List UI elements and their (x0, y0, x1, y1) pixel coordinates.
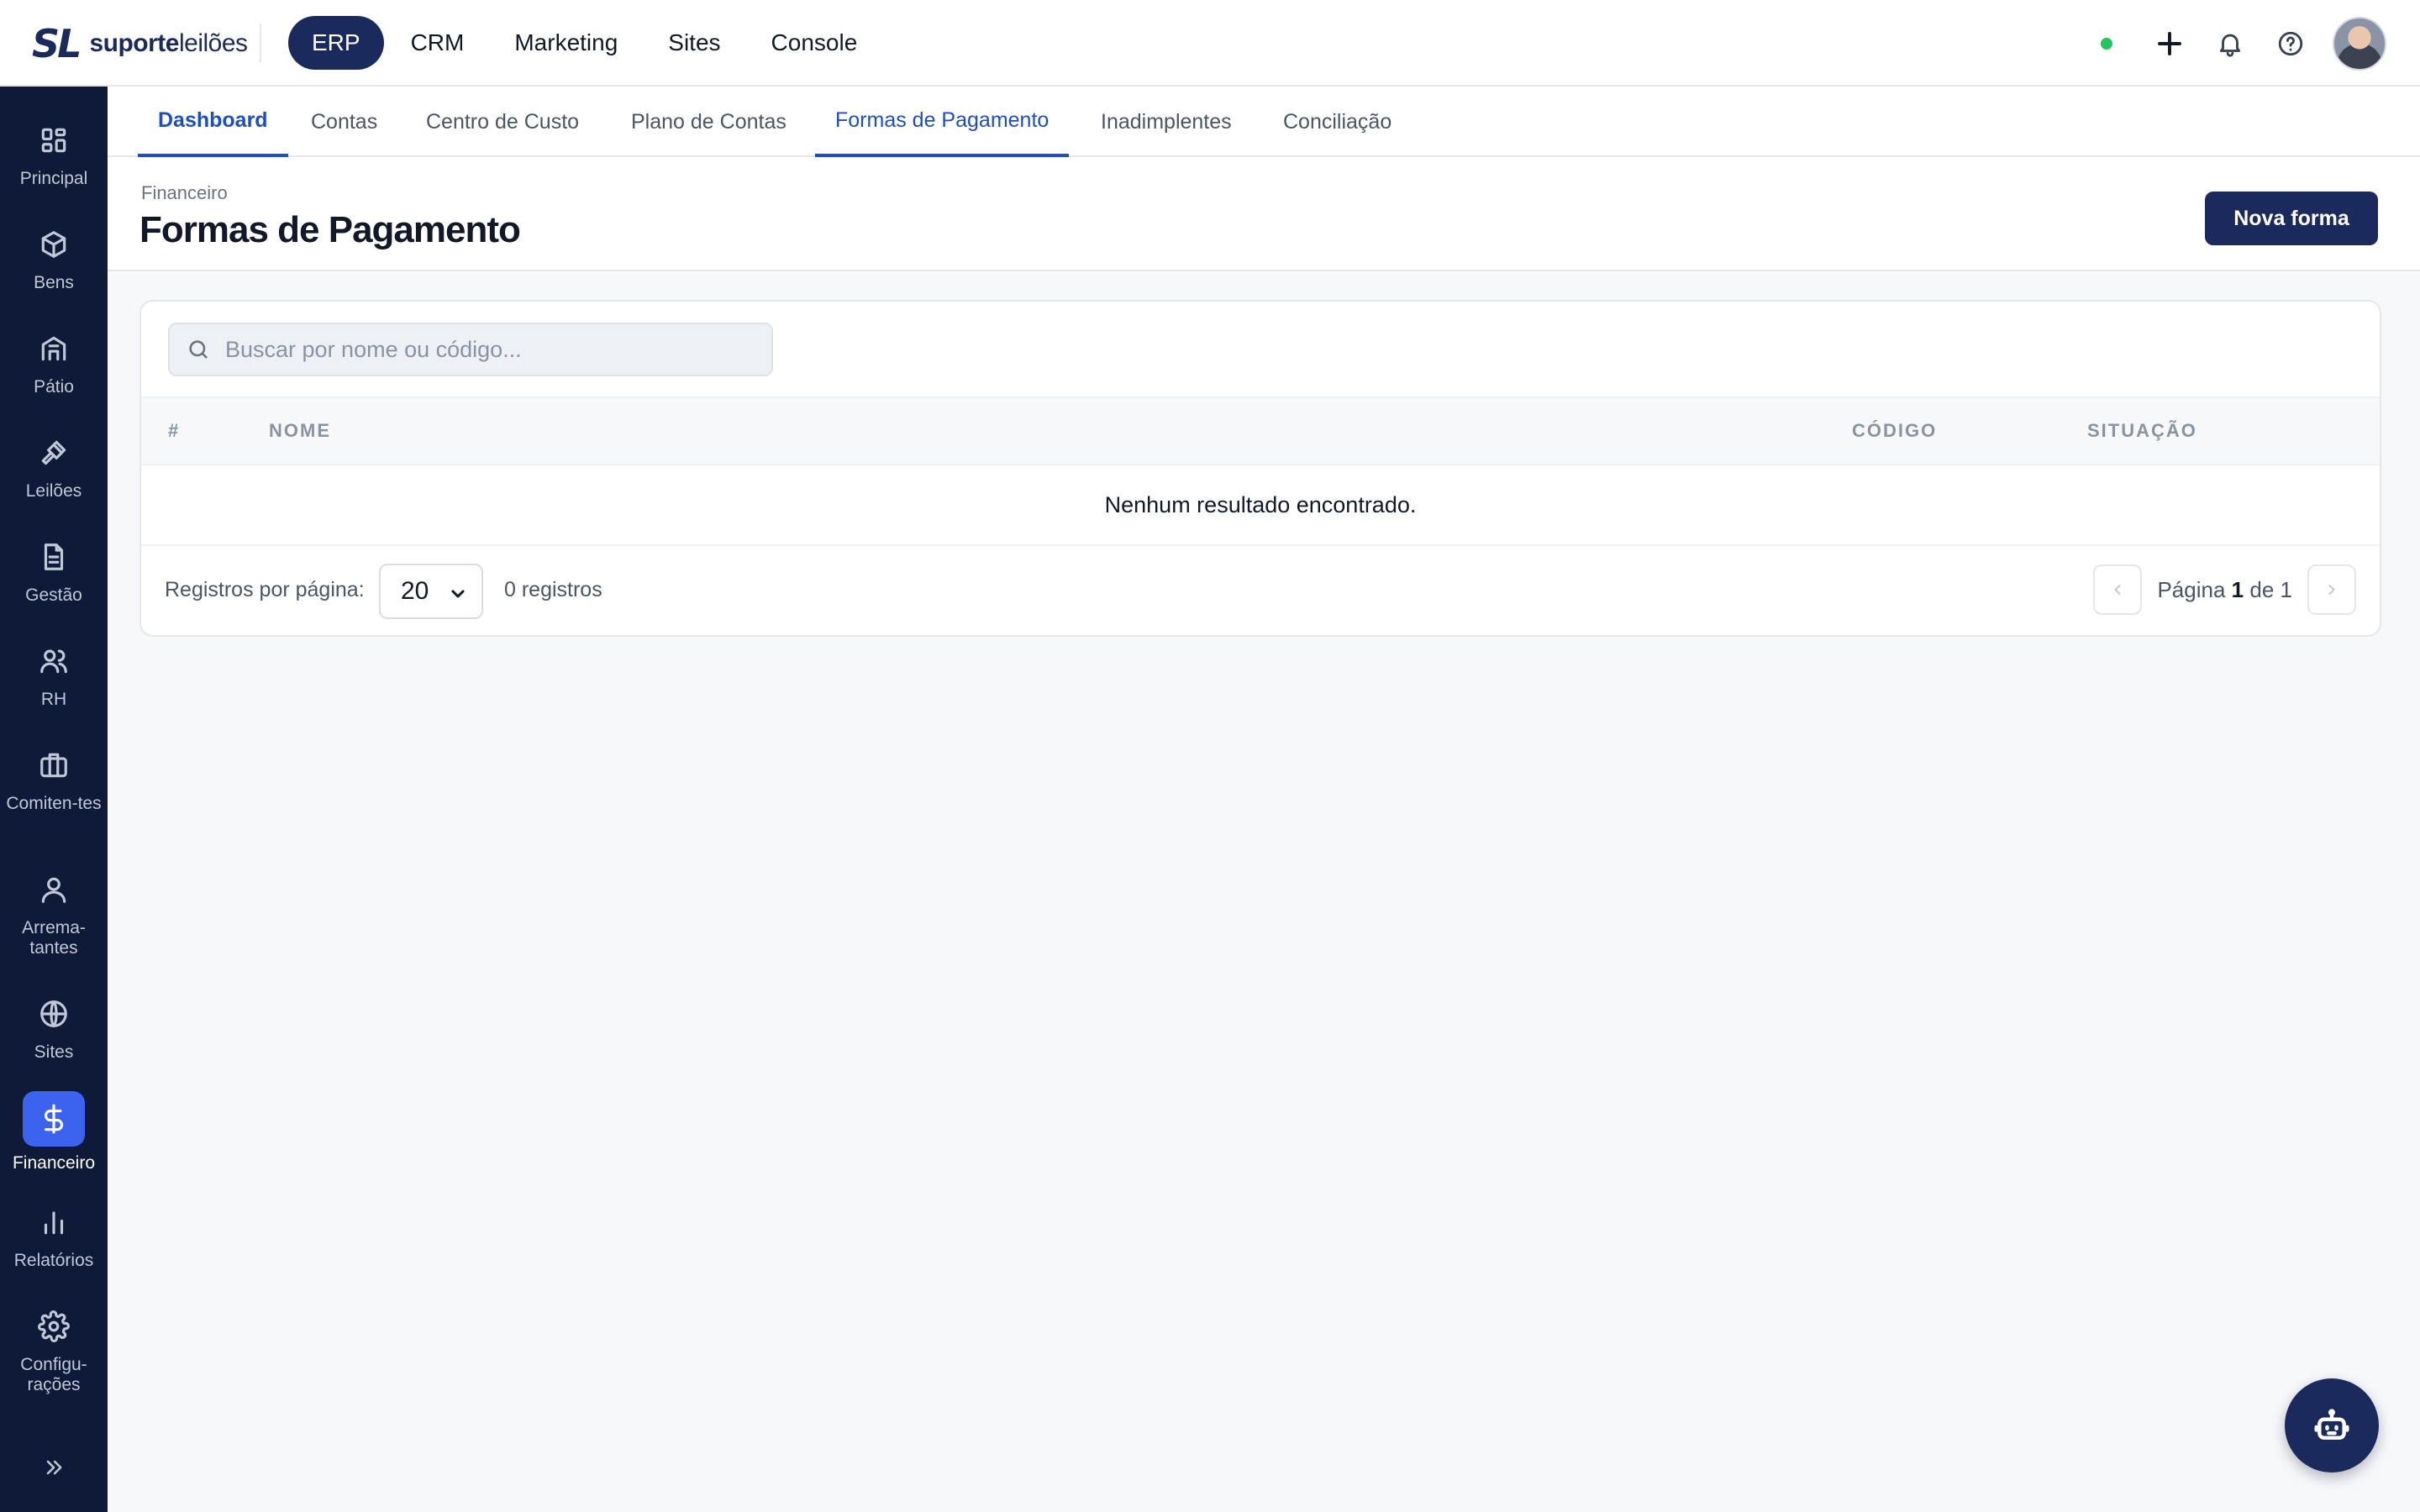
sidebar-item-label: RH (40, 690, 67, 709)
sidebar-item-label: Pátio (34, 377, 74, 396)
divider (260, 24, 261, 62)
topnav-marketing[interactable]: Marketing (491, 16, 641, 70)
brand-logo[interactable]: SL suporteleilões (32, 21, 248, 66)
pagination: Página 1 de 1 (2093, 564, 2356, 615)
sidebar-item-label: Principal (19, 169, 88, 188)
table-footer: Registros por página: 20 0 registros Pág… (141, 546, 2380, 635)
sidebar-item-principal[interactable]: Principal (0, 122, 108, 189)
next-page-button[interactable] (2307, 564, 2356, 615)
tab-conciliacao[interactable]: Conciliação (1263, 87, 1412, 157)
sidebar: Principal Bens Pátio Leilões Gestão RH C… (0, 87, 108, 1512)
page-indicator: Página 1 de 1 (2157, 576, 2292, 602)
sidebar-item-label: Leilões (25, 481, 82, 501)
breadcrumb[interactable]: Financeiro (141, 182, 228, 204)
sidebar-item-patio[interactable]: Pátio (0, 330, 108, 397)
sidebar-collapse-button[interactable] (0, 1449, 108, 1486)
tab-inadimplentes[interactable]: Inadimplentes (1081, 87, 1252, 157)
sidebar-item-label: Arrema-tantes (22, 918, 86, 958)
search-icon (189, 340, 208, 359)
sidebar-item-configuracoes[interactable]: Configu-rações (0, 1308, 108, 1395)
bar-chart-icon (35, 1204, 72, 1241)
chevron-left-icon (2114, 585, 2121, 595)
per-page-value: 20 (401, 577, 429, 605)
page-header: Financeiro Formas de Pagamento Nova form… (108, 157, 2420, 271)
per-page-select[interactable]: 20 (379, 564, 483, 619)
sidebar-item-sites[interactable]: Sites (0, 995, 108, 1063)
chevron-down-icon (448, 582, 468, 602)
sidebar-item-label: Configu-rações (20, 1355, 87, 1394)
warehouse-icon (35, 330, 72, 367)
sidebar-item-comitentes[interactable]: Comiten-tes (0, 747, 108, 814)
chevron-right-icon (2328, 585, 2335, 595)
sidebar-item-gestao[interactable]: Gestão (0, 538, 108, 606)
sidebar-item-label: Relatórios (13, 1251, 94, 1270)
sidebar-item-label: Gestão (25, 585, 82, 605)
help-icon[interactable] (2272, 25, 2309, 62)
bot-icon (2314, 1409, 2349, 1440)
sidebar-item-relatorios[interactable]: Relatórios (0, 1204, 108, 1271)
grid-icon (35, 122, 72, 159)
tab-contas[interactable]: Contas (291, 87, 397, 157)
users-icon (35, 643, 72, 680)
prev-page-button[interactable] (2093, 564, 2143, 615)
per-page-label: Registros por página: (165, 578, 365, 601)
top-bar: SL suporteleilões ERP CRM Marketing Site… (0, 0, 2420, 87)
top-nav: ERP CRM Marketing Sites Console (288, 16, 884, 70)
tab-plano-de-contas[interactable]: Plano de Contas (611, 87, 807, 157)
table-header: # NOME CÓDIGO SITUAÇÃO (141, 396, 2380, 465)
status-dot (2101, 38, 2112, 50)
sidebar-item-label: Bens (34, 273, 74, 292)
gear-icon (35, 1308, 72, 1345)
brand-mark: SL (32, 21, 82, 66)
sidebar-item-label: Sites (34, 1042, 74, 1062)
gavel-icon (35, 434, 72, 471)
empty-state-message: Nenhum resultado encontrado. (141, 465, 2380, 546)
brand-name: suporteleilões (89, 29, 248, 57)
column-header-index[interactable]: # (168, 398, 180, 464)
page-title: Formas de Pagamento (139, 209, 521, 250)
records-count: 0 registros (504, 578, 602, 601)
column-header-situacao[interactable]: SITUAÇÃO (2087, 398, 2197, 464)
globe-icon (35, 995, 72, 1032)
tab-formas-de-pagamento[interactable]: Formas de Pagamento (815, 87, 1070, 157)
tab-dashboard[interactable]: Dashboard (138, 87, 288, 157)
sidebar-item-arrematantes[interactable]: Arrema-tantes (0, 871, 108, 958)
new-payment-method-button[interactable]: Nova forma (2205, 192, 2378, 245)
topnav-console[interactable]: Console (748, 16, 881, 70)
sub-tabs: Dashboard Contas Centro de Custo Plano d… (108, 87, 2420, 157)
dollar-icon (23, 1091, 85, 1147)
tab-centro-de-custo[interactable]: Centro de Custo (406, 87, 599, 157)
top-actions (2101, 17, 2386, 71)
topnav-erp[interactable]: ERP (288, 16, 384, 70)
payment-methods-card: # NOME CÓDIGO SITUAÇÃO Nenhum resultado … (139, 300, 2381, 637)
assistant-button[interactable] (2285, 1378, 2379, 1473)
topnav-crm[interactable]: CRM (387, 16, 488, 70)
user-icon (35, 871, 72, 908)
briefcase-icon (35, 747, 72, 784)
sidebar-item-rh[interactable]: RH (0, 643, 108, 710)
sidebar-item-financeiro[interactable]: Financeiro (0, 1091, 108, 1173)
document-icon (35, 538, 72, 575)
column-header-nome[interactable]: NOME (269, 398, 331, 464)
chevrons-right-icon (46, 1460, 62, 1475)
column-header-codigo[interactable]: CÓDIGO (1852, 398, 1937, 464)
sidebar-item-label: Financeiro (12, 1153, 96, 1173)
sidebar-item-bens[interactable]: Bens (0, 226, 108, 293)
search-input[interactable] (225, 336, 746, 363)
search-box[interactable] (168, 323, 773, 376)
box-icon (35, 226, 72, 263)
plus-icon[interactable] (2151, 25, 2188, 62)
sidebar-item-label: Comiten-tes (6, 794, 102, 813)
bell-icon[interactable] (2212, 25, 2249, 62)
avatar[interactable] (2333, 17, 2386, 71)
topnav-sites[interactable]: Sites (644, 16, 744, 70)
sidebar-item-leiloes[interactable]: Leilões (0, 434, 108, 501)
